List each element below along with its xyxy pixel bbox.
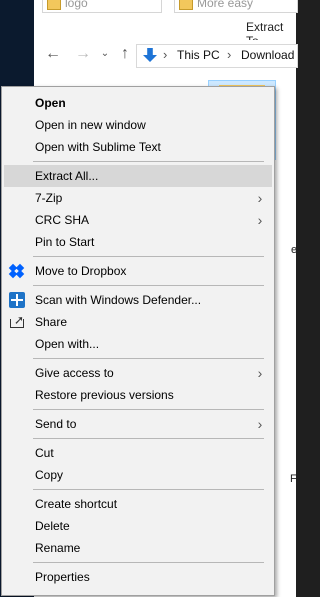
chevron-down-icon[interactable]: ⌄ — [96, 45, 114, 63]
menu-item-label: Send to — [35, 417, 77, 431]
file-name: logo — [65, 0, 88, 10]
menu-item-delete[interactable]: Delete — [4, 515, 272, 537]
file-name: More easy — [197, 0, 254, 10]
file-item-logo[interactable]: logo — [42, 0, 162, 13]
back-arrow-icon[interactable]: ← — [44, 45, 62, 63]
menu-divider — [33, 438, 264, 439]
menu-item-open-with[interactable]: Open with... — [4, 333, 272, 355]
menu-item-label: Open — [35, 96, 66, 110]
menu-item-scan-with-windows-defender[interactable]: Scan with Windows Defender... — [4, 289, 272, 311]
menu-divider — [33, 285, 264, 286]
menu-item-rename[interactable]: Rename — [4, 537, 272, 559]
chevron-right-icon: › — [257, 212, 263, 228]
address-bar[interactable]: › This PC › Download — [136, 44, 298, 68]
menu-item-crc-sha[interactable]: CRC SHA › — [4, 209, 272, 231]
menu-item-extract-all[interactable]: Extract All... — [4, 165, 272, 187]
chevron-right-icon: › — [257, 365, 263, 381]
chevron-right-icon: › — [257, 190, 263, 206]
menu-item-label: Pin to Start — [35, 235, 95, 249]
menu-item-send-to[interactable]: Send to › — [4, 413, 272, 435]
windows-defender-icon — [9, 292, 25, 308]
menu-item-label: Open with Sublime Text — [35, 140, 161, 154]
dropbox-icon — [8, 263, 25, 279]
up-arrow-icon[interactable]: ↑ — [116, 45, 134, 63]
menu-item-label: Open with... — [35, 337, 100, 351]
menu-item-label: Share — [35, 315, 68, 329]
breadcrumb-download[interactable]: Download — [241, 48, 294, 62]
menu-item-label: Scan with Windows Defender... — [35, 293, 202, 307]
menu-item-label: Give access to — [35, 366, 114, 380]
file-item-more-easy[interactable]: More easy — [174, 0, 298, 13]
menu-item-restore-previous-versions[interactable]: Restore previous versions — [4, 384, 272, 406]
menu-item-7-zip[interactable]: 7-Zip › — [4, 187, 272, 209]
menu-item-label: Properties — [35, 570, 90, 584]
menu-divider — [33, 358, 264, 359]
menu-item-label: CRC SHA — [35, 213, 90, 227]
menu-item-label: Extract All... — [35, 169, 99, 183]
menu-divider — [33, 562, 264, 563]
menu-item-open-with-sublime-text[interactable]: Open with Sublime Text — [4, 136, 272, 158]
folder-icon — [179, 0, 193, 10]
folder-icon — [47, 0, 61, 10]
breadcrumb-this-pc[interactable]: This PC — [177, 48, 220, 62]
menu-item-give-access-to[interactable]: Give access to › — [4, 362, 272, 384]
menu-item-label: Rename — [35, 541, 81, 555]
partial-text: F — [290, 473, 297, 485]
menu-item-label: Copy — [35, 468, 64, 482]
menu-item-pin-to-start[interactable]: Pin to Start — [4, 231, 272, 253]
menu-item-properties[interactable]: Properties — [4, 566, 272, 588]
menu-item-open[interactable]: Open — [4, 92, 272, 114]
menu-item-label: Restore previous versions — [35, 388, 174, 402]
menu-item-label: Cut — [35, 446, 54, 460]
downloads-icon — [143, 48, 157, 62]
menu-divider — [33, 256, 264, 257]
file-list-top-row: logo More easy — [34, 0, 298, 14]
menu-divider — [33, 161, 264, 162]
menu-divider — [33, 409, 264, 410]
menu-item-share[interactable]: ➚ Share — [4, 311, 272, 333]
menu-item-open-in-new-window[interactable]: Open in new window — [4, 114, 272, 136]
partial-text: e — [291, 244, 298, 256]
menu-item-label: Delete — [35, 519, 70, 533]
breadcrumb-separator-icon: › — [227, 47, 232, 62]
menu-item-label: Open in new window — [35, 118, 146, 132]
menu-divider — [33, 489, 264, 490]
context-menu: Open Open in new window Open with Sublim… — [1, 86, 275, 596]
chevron-right-icon: › — [257, 416, 263, 432]
menu-item-label: Move to Dropbox — [35, 264, 127, 278]
menu-item-label: 7-Zip — [35, 191, 63, 205]
menu-item-copy[interactable]: Copy — [4, 464, 272, 486]
menu-item-create-shortcut[interactable]: Create shortcut — [4, 493, 272, 515]
share-arrow-icon: ➚ — [14, 313, 25, 327]
menu-item-cut[interactable]: Cut — [4, 442, 272, 464]
forward-arrow-icon[interactable]: → — [74, 45, 92, 63]
menu-item-move-to-dropbox[interactable]: Move to Dropbox — [4, 260, 272, 282]
menu-item-label: Create shortcut — [35, 497, 118, 511]
breadcrumb-separator-icon: › — [163, 47, 168, 62]
